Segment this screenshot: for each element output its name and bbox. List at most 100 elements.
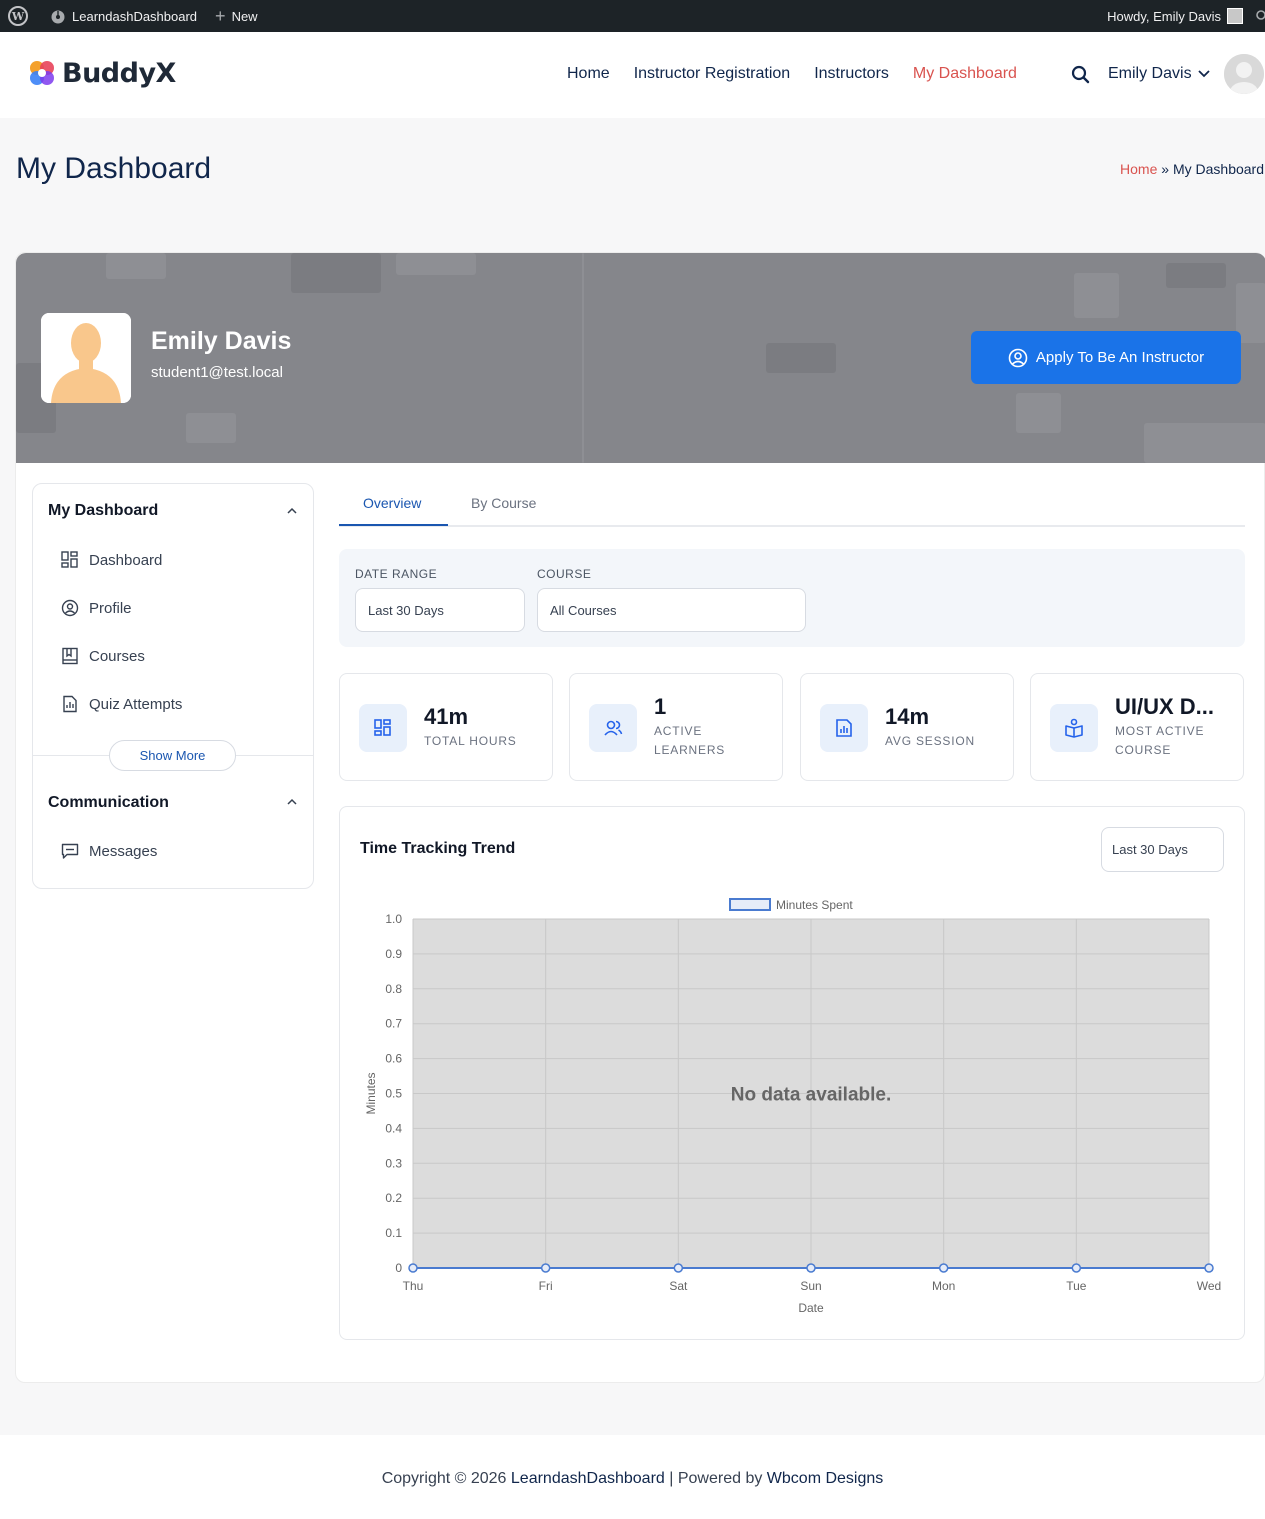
admin-search-icon[interactable]	[1249, 0, 1265, 32]
stat-label: TOTAL HOURS	[424, 734, 517, 748]
tab-overview[interactable]: Overview	[363, 495, 421, 511]
users-icon	[589, 704, 637, 752]
breadcrumb-separator: »	[1161, 161, 1170, 177]
stat-label-line: COURSE	[1115, 743, 1172, 757]
cover-tile	[1144, 423, 1265, 463]
y-tick-label: 0.8	[385, 982, 402, 996]
my-account-link[interactable]: Howdy, Emily Davis	[1099, 0, 1249, 32]
plus-icon: +	[215, 6, 226, 26]
chart-doc-icon	[820, 704, 868, 752]
y-tick-label: 0	[395, 1261, 402, 1275]
time-tracking-card: Time Tracking Trend Last 30 Days 1.0 0.9 0…	[339, 806, 1245, 1340]
date-range-select[interactable]: Last 30 Days	[355, 588, 525, 632]
sidebar-item-dashboard[interactable]: Dashboard	[61, 551, 162, 569]
chevron-down-icon	[1197, 70, 1210, 78]
stat-card-active-learners: 1 ACTIVE LEARNERS	[569, 673, 783, 781]
sidebar-item-quiz-attempts[interactable]: Quiz Attempts	[61, 695, 182, 713]
wordpress-logo-icon: W	[8, 6, 28, 26]
site-name-link[interactable]: LearndashDashboard	[36, 0, 205, 32]
y-tick-label: 0.1	[385, 1226, 402, 1240]
footer-company-link[interactable]: Wbcom Designs	[767, 1470, 883, 1487]
y-tick-label: 0.7	[385, 1017, 402, 1031]
grid-icon	[359, 704, 407, 752]
dashboard-icon	[61, 551, 78, 568]
filters-panel: DATE RANGE Last 30 Days COURSE All Cours…	[339, 549, 1245, 647]
y-tick-label: 1.0	[385, 912, 402, 926]
avatar-silhouette-icon	[41, 313, 131, 403]
show-more-button[interactable]: Show More	[109, 740, 236, 771]
nav-home[interactable]: Home	[567, 65, 610, 83]
site-logo[interactable]: BuddyX	[26, 57, 176, 89]
sidebar-item-label: Profile	[89, 599, 132, 617]
report-icon	[63, 695, 77, 713]
x-tick-label: Wed	[1197, 1279, 1221, 1293]
apply-instructor-label: Apply To Be An Instructor	[1035, 349, 1205, 366]
profile-avatar[interactable]	[41, 313, 131, 403]
stat-value: 41m	[424, 704, 469, 729]
breadcrumb: Home » My Dashboard	[1120, 161, 1264, 177]
tab-by-course[interactable]: By Course	[471, 495, 536, 511]
profile-name: Emily Davis	[151, 327, 292, 355]
sidebar-section-title[interactable]: Communication	[48, 794, 169, 812]
stat-label-line: ACTIVE	[654, 724, 703, 738]
admin-bar: W LearndashDashboard + New Howdy, Emily …	[0, 0, 1265, 32]
copyright-prefix: Copyright © 2026	[381, 1470, 507, 1487]
chevron-up-icon[interactable]	[287, 797, 297, 807]
header-avatar[interactable]	[1224, 54, 1264, 94]
dashboard-tabs: Overview By Course	[339, 483, 1245, 527]
stat-label: ACTIVE LEARNERS	[654, 722, 725, 760]
nav-my-dashboard[interactable]: My Dashboard	[913, 65, 1017, 83]
profile-cover: Emily Davis student1@test.local Apply To…	[16, 253, 1265, 463]
data-point	[1071, 1263, 1082, 1273]
new-content-link[interactable]: + New	[205, 0, 266, 32]
y-axis-title: Minutes	[364, 1072, 378, 1114]
chart-range-select[interactable]: Last 30 Days	[1101, 827, 1224, 872]
dashboard-card: Emily Davis student1@test.local Apply To…	[15, 252, 1265, 1383]
data-point	[938, 1263, 949, 1273]
breadcrumb-home[interactable]: Home	[1120, 161, 1157, 177]
sidebar-section-title[interactable]: My Dashboard	[48, 502, 158, 520]
data-point	[673, 1263, 684, 1273]
sidebar-item-label: Courses	[89, 647, 145, 665]
no-data-message: No data available.	[731, 1085, 892, 1106]
footer-site-link[interactable]: LearndashDashboard	[511, 1470, 665, 1487]
stat-card-total-hours: 41m TOTAL HOURS	[339, 673, 553, 781]
cover-tile	[1074, 273, 1119, 318]
cover-tile	[582, 253, 584, 463]
user-menu-toggle[interactable]: Emily Davis	[1108, 65, 1210, 83]
chevron-up-icon[interactable]	[287, 506, 297, 516]
apply-instructor-button[interactable]: Apply To Be An Instructor	[971, 331, 1241, 384]
nav-instructors[interactable]: Instructors	[814, 65, 889, 83]
data-point	[1204, 1263, 1214, 1273]
sidebar-item-profile[interactable]: Profile	[61, 599, 132, 617]
stat-label-line: LEARNERS	[654, 743, 726, 757]
cover-tile	[106, 253, 166, 279]
brand-name: BuddyX	[62, 57, 176, 89]
message-icon	[61, 843, 79, 859]
time-tracking-chart: 1.0 0.9 0.8 0.7 0.6 0.5 0.4 0.3 0.2 0.1 0Thu Fri Sat…	[364, 898, 1221, 1315]
sidebar-item-courses[interactable]: Courses	[61, 647, 145, 665]
page-header: My Dashboard Home » My Dashboard	[0, 118, 1265, 222]
date-range-label: DATE RANGE	[355, 567, 438, 581]
profile-icon	[61, 599, 79, 617]
course-icon	[1050, 704, 1098, 752]
buddyx-logo-icon	[30, 61, 54, 85]
cover-tile	[1016, 393, 1061, 433]
dashboard-sidebar: My Dashboard Dashboard Profile Courses Q…	[32, 483, 314, 889]
book-icon	[62, 647, 78, 665]
course-select[interactable]: All Courses	[537, 588, 806, 632]
new-label: New	[231, 8, 258, 24]
wordpress-menu[interactable]: W	[0, 0, 36, 32]
sidebar-item-messages[interactable]: Messages	[61, 842, 157, 860]
chart-title: Time Tracking Trend	[360, 840, 516, 857]
stat-value: UI/UX D...	[1115, 694, 1215, 719]
cover-tile	[766, 343, 836, 373]
stat-card-most-active-course: UI/UX D... MOST ACTIVE COURSE	[1030, 673, 1244, 781]
sidebar-item-label: Messages	[89, 842, 158, 860]
active-tab-indicator	[339, 524, 448, 526]
search-icon[interactable]	[1071, 64, 1091, 86]
nav-instructor-registration[interactable]: Instructor Registration	[634, 65, 791, 83]
cover-tile	[396, 253, 476, 275]
data-point	[540, 1263, 551, 1273]
x-tick-label: Fri	[539, 1279, 553, 1293]
